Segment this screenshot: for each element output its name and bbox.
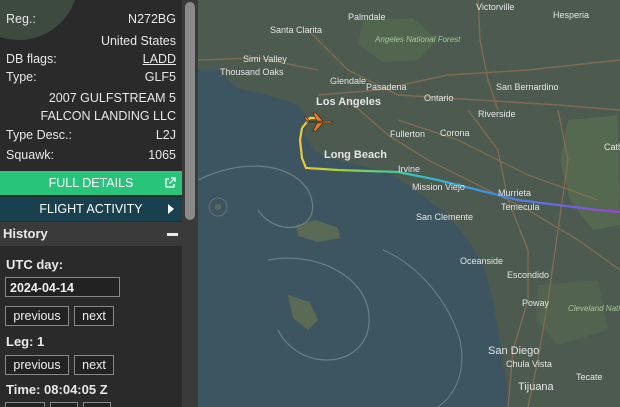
history-section-header[interactable]: History xyxy=(0,222,182,246)
collapse-minus-icon[interactable] xyxy=(167,233,178,236)
external-link-icon xyxy=(164,171,176,197)
map-label: Palmdale xyxy=(348,12,386,22)
map-label: Glendale xyxy=(330,76,366,86)
leg-label: Leg: 1 xyxy=(6,334,45,349)
full-details-label: FULL DETAILS xyxy=(48,176,134,190)
type-label: Type: xyxy=(6,70,37,84)
country-value: United States xyxy=(100,34,176,48)
reg-value: N272BG xyxy=(128,12,176,26)
type-desc-value: L2J xyxy=(155,128,176,142)
date-input[interactable]: 2024-04-14 xyxy=(5,277,120,297)
map-label: Poway xyxy=(522,298,550,308)
owner-row: FALCON LANDING LLC xyxy=(6,107,176,125)
map-label: Irvine xyxy=(398,164,420,174)
db-flags-row: DB flags: LADD xyxy=(6,50,176,68)
map-label: Long Beach xyxy=(324,149,387,161)
map-label: Angeles National Forest xyxy=(374,35,461,44)
owner-value: FALCON LANDING LLC xyxy=(40,109,176,123)
type-desc-row: Type Desc.: L2J xyxy=(6,126,176,144)
time-control-button[interactable] xyxy=(83,402,111,407)
map-label: San Bernardino xyxy=(496,82,559,92)
squawk-value: 1065 xyxy=(148,148,176,162)
chevron-right-icon xyxy=(167,197,175,223)
leg-next-button[interactable]: next xyxy=(74,355,114,375)
country-row: United States xyxy=(6,32,176,50)
type-value: GLF5 xyxy=(144,70,176,84)
map-label: Corona xyxy=(440,128,470,138)
map-label: San Diego xyxy=(488,345,539,357)
day-next-button[interactable]: next xyxy=(74,306,114,326)
map-label: Mission Viejo xyxy=(412,182,465,192)
time-control-button[interactable] xyxy=(50,402,78,407)
aircraft-info-sidebar: Reg.: N272BG United States DB flags: LAD… xyxy=(0,0,182,407)
map-label: San Clemente xyxy=(416,212,473,222)
reg-row: Reg.: N272BG xyxy=(6,10,176,28)
leg-previous-button[interactable]: previous xyxy=(5,355,69,375)
map-label: Cleveland National Forest xyxy=(568,304,620,313)
sidebar-scrollbar[interactable] xyxy=(182,0,198,407)
scrollbar-thumb[interactable] xyxy=(185,2,195,220)
time-label: Time: 08:04:05 Z xyxy=(6,382,108,397)
map-label: Escondido xyxy=(507,270,549,280)
map-canvas[interactable]: Victorville Santa Clarita Angeles Nation… xyxy=(198,0,620,407)
time-control-button[interactable] xyxy=(5,402,45,407)
db-flags-link[interactable]: LADD xyxy=(143,50,176,68)
full-details-button[interactable]: FULL DETAILS xyxy=(0,171,182,195)
map-label: Tijuana xyxy=(518,381,555,393)
map-label: Thousand Oaks xyxy=(220,67,284,77)
map-label: Los Angeles xyxy=(316,96,381,108)
model-value: 2007 GULFSTREAM 5 xyxy=(48,91,176,105)
map-view[interactable]: Victorville Santa Clarita Angeles Nation… xyxy=(198,0,620,407)
map-label: Hesperia xyxy=(553,10,589,20)
type-row: Type: GLF5 xyxy=(6,68,176,86)
reg-label: Reg.: xyxy=(6,12,36,26)
map-label: Temecula xyxy=(501,202,540,212)
day-previous-button[interactable]: previous xyxy=(5,306,69,326)
type-desc-label: Type Desc.: xyxy=(6,128,72,142)
map-label: Fullerton xyxy=(390,129,425,139)
db-flags-label: DB flags: xyxy=(6,52,57,66)
flight-activity-button[interactable]: FLIGHT ACTIVITY xyxy=(0,197,182,221)
squawk-label: Squawk: xyxy=(6,148,54,162)
map-label: Chula Vista xyxy=(506,359,552,369)
flight-activity-label: FLIGHT ACTIVITY xyxy=(39,202,143,216)
map-label: Tecate xyxy=(576,372,603,382)
history-title: History xyxy=(3,226,48,241)
map-label: Oceanside xyxy=(460,256,503,266)
map-label: Murrieta xyxy=(498,188,531,198)
map-label: Ontario xyxy=(424,93,454,103)
map-label: Victorville xyxy=(476,2,514,12)
island xyxy=(215,204,221,210)
model-row: 2007 GULFSTREAM 5 xyxy=(6,89,176,107)
map-label: Pasadena xyxy=(366,82,407,92)
utc-day-label: UTC day: xyxy=(6,257,64,272)
map-label: Santa Clarita xyxy=(270,25,322,35)
map-label: Cath xyxy=(604,142,620,152)
map-label: Simi Valley xyxy=(243,54,287,64)
map-label: Riverside xyxy=(478,109,516,119)
squawk-row: Squawk: 1065 xyxy=(6,146,176,164)
